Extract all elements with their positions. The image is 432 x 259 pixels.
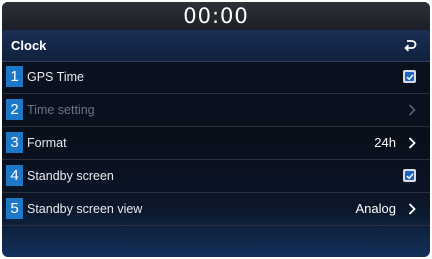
format-label: Format [27,136,67,150]
settings-list: 1 GPS Time 2 Time setting 3 Format 24h 4… [2,61,430,226]
checkmark-icon [405,72,414,81]
standby-screen-checkbox[interactable] [403,169,416,182]
status-bar: 00:00 [2,2,430,30]
format-value: 24h [374,135,396,150]
chevron-right-icon [408,104,416,116]
page-title: Clock [11,38,47,53]
format-row[interactable]: 3 Format 24h [2,127,430,160]
row-number-badge: 5 [6,198,23,219]
chevron-right-icon [408,203,416,215]
time-setting-label: Time setting [27,103,95,117]
row-number-badge: 2 [6,99,23,120]
chevron-right-icon [408,137,416,149]
standby-screen-label: Standby screen [27,169,114,183]
row-number-badge: 3 [6,132,23,153]
status-clock: 00:00 [183,4,249,28]
standby-screen-view-value: Analog [355,201,396,216]
standby-screen-view-label: Standby screen view [27,202,143,216]
back-return-icon [404,40,417,52]
clock-settings-screen: 00:00 Clock 1 GPS Time 2 Time setting 3 … [2,2,430,257]
gps-time-row[interactable]: 1 GPS Time [2,61,430,94]
title-bar: Clock [2,30,430,62]
time-setting-row[interactable]: 2 Time setting [2,94,430,127]
standby-screen-row[interactable]: 4 Standby screen [2,160,430,193]
standby-screen-view-row[interactable]: 5 Standby screen view Analog [2,193,430,226]
row-number-badge: 4 [6,165,23,186]
checkmark-icon [405,171,414,180]
row-number-badge: 1 [6,66,23,87]
back-button[interactable] [402,37,418,53]
gps-time-label: GPS Time [27,70,84,84]
gps-time-checkbox[interactable] [403,70,416,83]
